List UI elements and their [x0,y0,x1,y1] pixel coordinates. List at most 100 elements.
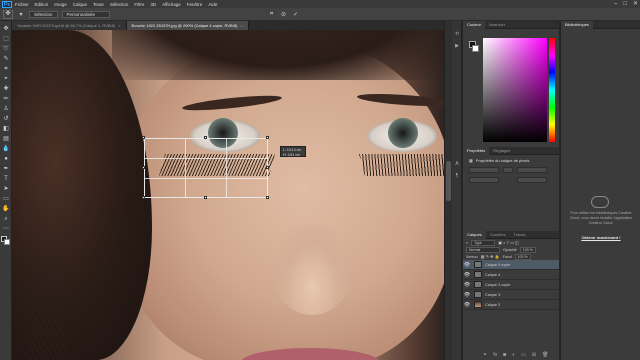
layer-row[interactable]: 👁 Calque 4 [463,270,559,280]
fx-icon[interactable]: fx [493,352,497,358]
transform-handle-bl[interactable] [142,196,145,199]
folder-icon[interactable]: ▭ [521,352,526,358]
mask-icon[interactable]: ◙ [503,352,506,358]
tab-document-1[interactable]: Youtube HAR 0021Tuyd.tif @ 66,7% (Calque… [12,21,127,30]
link-icon[interactable] [503,167,513,173]
hand-tool-icon[interactable]: ✋ [2,205,10,213]
link-layers-icon[interactable]: ⚭ [483,352,487,358]
transform-mode-select[interactable]: Personnalisée [61,10,110,18]
maximize-button[interactable]: □ [623,0,627,8]
property-field[interactable] [517,167,547,173]
filter-icons[interactable]: ▣ ◐ T ▭ ◫ [498,240,519,245]
actions-panel-icon[interactable]: ▶ [454,43,460,49]
lock-icons[interactable]: ▦ ✎ ✥ 🔒 [481,254,500,259]
tab-document-2[interactable]: Bouche 1920 Z8J37H.jpg @ 200% (Calque 4 … [126,21,249,30]
healing-brush-icon[interactable]: ✚ [2,85,10,93]
cancel-transform-button[interactable]: ⊘ [280,11,288,18]
crop-tool-icon[interactable]: ⌗ [2,65,10,73]
close-button[interactable]: ✕ [633,0,638,8]
blend-mode-select[interactable]: Normal [466,246,500,253]
transform-bounding-box[interactable] [144,138,268,198]
opacity-field[interactable]: 100 % [519,246,536,253]
get-now-link[interactable]: Obtenir maintenant ! [567,235,635,240]
layer-filter-select[interactable]: Type [471,239,496,246]
paragraph-panel-icon[interactable]: ¶ [454,173,460,179]
transform-handle-tc[interactable] [204,136,207,139]
tab-couleur[interactable]: Couleur [463,20,486,29]
transform-handle-tr[interactable] [266,136,269,139]
path-select-icon[interactable]: ➤ [2,185,10,193]
eye-icon[interactable]: 👁 [463,282,471,288]
tab-nuancier[interactable]: Nuancier [485,21,509,29]
clone-stamp-icon[interactable]: ♙ [2,105,10,113]
warp-icon[interactable]: ⌗ [268,11,276,18]
layer-row[interactable]: 👁 Calque 2 [463,300,559,310]
transform-handle-mr[interactable] [266,166,269,169]
trash-icon[interactable]: 🗑 [542,352,548,358]
move-tool-icon[interactable]: ✥ [2,25,10,33]
gradient-tool-icon[interactable]: ▤ [2,135,10,143]
eye-icon[interactable]: 👁 [463,302,471,308]
character-panel-icon[interactable]: A [454,161,460,167]
eyedropper-icon[interactable]: ⌖ [2,75,10,83]
type-tool-icon[interactable]: T [2,175,10,183]
fill-field[interactable]: 100 % [514,253,531,260]
tab-traces[interactable]: Tracés [509,231,529,239]
menu-edition[interactable]: Edition [35,2,49,7]
tab-reglages[interactable]: Réglages [489,147,514,155]
brush-tool-icon[interactable]: ✏ [2,95,10,103]
tab-couches[interactable]: Couches [486,231,510,239]
close-tab-icon[interactable]: × [240,23,242,28]
hue-slider[interactable] [549,38,555,142]
property-field[interactable] [517,177,547,183]
tab-bibliotheques[interactable]: Bibliothèques [561,20,594,29]
history-panel-icon[interactable]: ⟲ [454,31,460,37]
eye-icon[interactable]: 👁 [463,292,471,298]
canvas-scrollbar[interactable] [444,21,452,360]
close-tab-icon[interactable]: × [118,23,120,28]
layer-row[interactable]: 👁 Calque 3 copie [463,280,559,290]
lasso-tool-icon[interactable]: ➰ [2,45,10,53]
menu-fenetre[interactable]: Fenêtre [187,2,203,7]
transform-handle-bc[interactable] [204,196,207,199]
minimize-button[interactable]: – [614,0,617,8]
commit-transform-button[interactable]: ✓ [292,11,300,18]
marquee-tool-icon[interactable]: ⬚ [2,35,10,43]
transform-handle-ml[interactable] [142,166,145,169]
color-bg-swatch[interactable] [472,45,479,52]
layer-row[interactable]: 👁 Calque 3 [463,290,559,300]
history-brush-icon[interactable]: ↺ [2,115,10,123]
menu-selection[interactable]: Sélection [110,2,129,7]
zoom-tool-icon[interactable]: ⌕ [2,215,10,223]
move-icon[interactable]: ✥ [3,9,13,19]
menu-affichage[interactable]: Affichage [162,2,181,7]
quick-select-icon[interactable]: ✎ [2,55,10,63]
menu-filtre[interactable]: Filtre [134,2,144,7]
tab-proprietes[interactable]: Propriétés [463,146,490,155]
auto-select-field[interactable]: Sélection [29,10,58,18]
scrollbar-thumb[interactable] [446,161,451,201]
layer-row[interactable]: 👁 Calque 4 copie [463,260,559,270]
shape-tool-icon[interactable]: ▭ [2,195,10,203]
tab-calques[interactable]: Calques [463,230,486,239]
menu-image[interactable]: Image [54,2,67,7]
transform-handle-br[interactable] [266,196,269,199]
eye-icon[interactable]: 👁 [463,272,471,278]
color-picker-field[interactable] [483,38,547,142]
property-field[interactable] [469,177,499,183]
chevron-down-icon[interactable]: ▾ [17,11,25,18]
property-field[interactable] [469,167,499,173]
document-canvas[interactable]: L: 19,14 cm H: 3,81 cm [12,30,444,360]
menu-aide[interactable]: Aide [208,2,217,7]
transform-handle-tl[interactable] [142,136,145,139]
adjustment-icon[interactable]: ◐ [512,352,515,358]
pen-tool-icon[interactable]: ✒ [2,165,10,173]
menu-3d[interactable]: 3D [150,2,156,7]
menu-fichier[interactable]: Fichier [15,2,29,7]
menu-calque[interactable]: Calque [73,2,87,7]
blur-tool-icon[interactable]: 💧 [2,145,10,153]
eye-icon[interactable]: 👁 [463,262,471,268]
more-tools-icon[interactable]: ⋯ [2,225,10,233]
new-layer-icon[interactable]: ⊞ [532,352,536,358]
dodge-tool-icon[interactable]: ● [2,155,10,163]
